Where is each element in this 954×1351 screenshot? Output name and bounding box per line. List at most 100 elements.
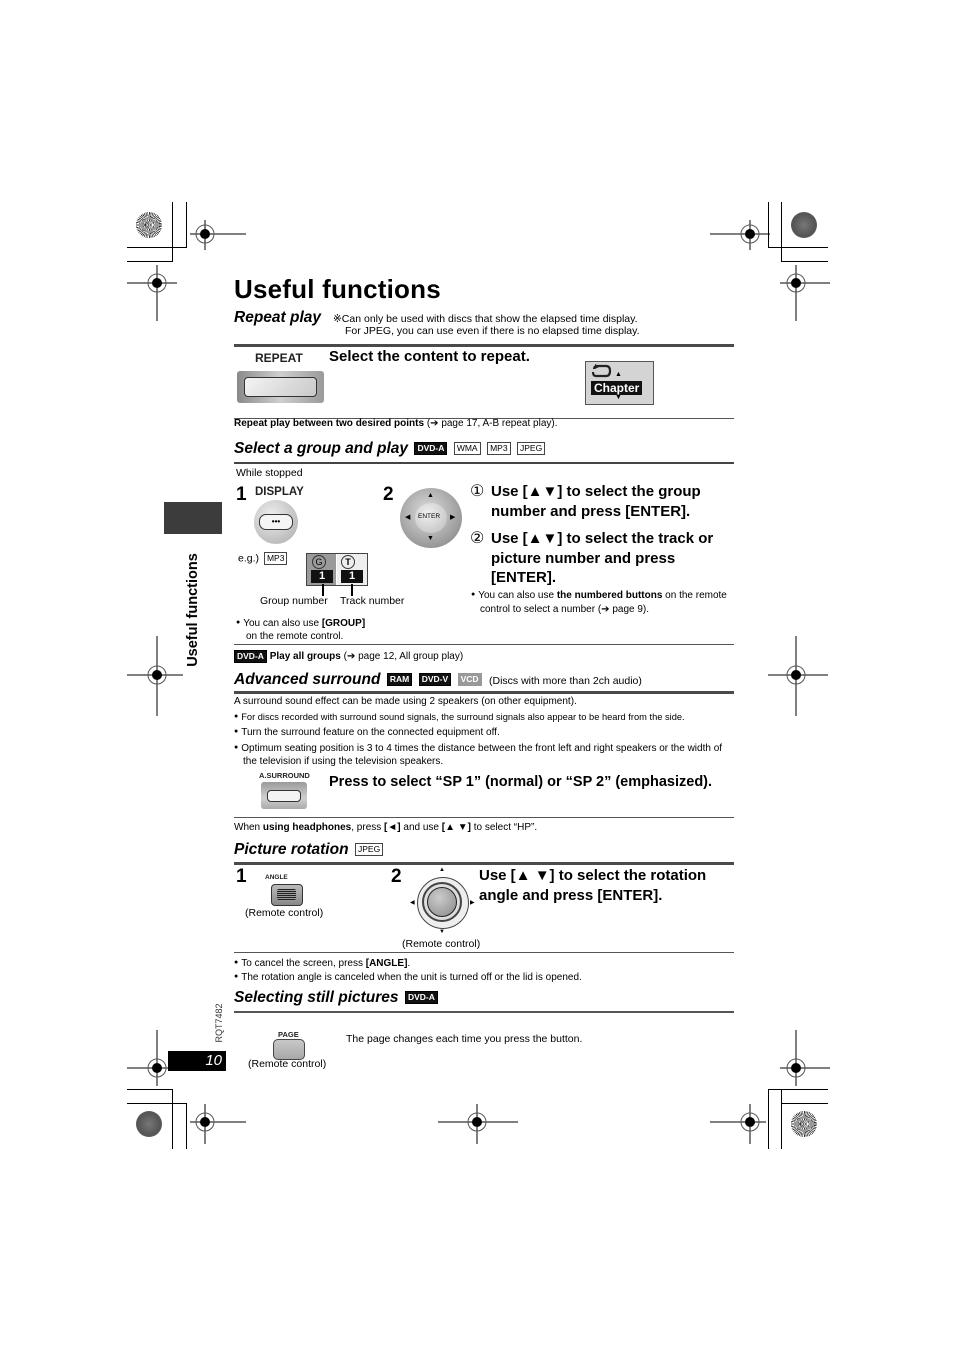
remote-control-caption: (Remote control) <box>248 1058 327 1070</box>
a-surround-instruction: Press to select “SP 1” (normal) or “SP 2… <box>329 774 713 790</box>
registration-mark-icon <box>780 1030 830 1086</box>
arrow-down-icon: ▼ <box>615 394 622 401</box>
step-number: 1 <box>236 484 247 505</box>
step-number: 1 <box>236 866 247 887</box>
registration-mark-icon <box>438 1104 518 1144</box>
tag-wma: WMA <box>453 442 481 456</box>
display-button-label: DISPLAY <box>255 486 304 498</box>
tag-mp3: MP3 <box>263 552 288 565</box>
rotation-notes: To cancel the screen, press [ANGLE]. The… <box>234 956 582 984</box>
registration-mark-icon <box>710 220 770 250</box>
divider <box>234 644 734 645</box>
color-rosette-icon <box>136 1111 162 1137</box>
page-button-label: PAGE <box>278 1030 299 1039</box>
tag-dvd-v: DVD-V <box>418 673 452 687</box>
section-heading-repeat-play: Repeat play <box>234 309 322 326</box>
repeat-icon <box>591 364 612 378</box>
repeat-play-note: ※Can only be used with discs that show t… <box>333 313 640 337</box>
registration-mark-icon <box>780 265 830 321</box>
angle-button[interactable] <box>271 884 303 906</box>
list-item: The rotation angle is canceled when the … <box>234 970 582 984</box>
page-number: 10 <box>168 1051 226 1071</box>
advanced-surround-heading-note: (Discs with more than 2ch audio) <box>489 675 642 687</box>
rotation-instruction: Use [▲ ▼] to select the rotation angle a… <box>479 867 707 904</box>
still-pictures-description: The page changes each time you press the… <box>346 1033 583 1045</box>
divider <box>234 817 734 818</box>
section-heading-group-play-row: Select a group and play DVD-A WMA MP3 JP… <box>234 440 546 458</box>
page-title: Useful functions <box>234 274 441 304</box>
repeat-button[interactable] <box>237 371 324 403</box>
registration-mark-icon <box>710 1104 766 1144</box>
arrow-left-icon: ◀ <box>405 514 411 521</box>
registration-mark-icon <box>190 220 246 250</box>
advanced-surround-intro: A surround sound effect can be made usin… <box>234 696 577 707</box>
tag-dvd-a: DVD-A <box>234 650 267 663</box>
list-item: Optimum seating position is 3 to 4 times… <box>234 741 736 768</box>
tag-jpeg: JPEG <box>355 843 384 857</box>
group-substep-1: ① Use [▲▼] to select the group number an… <box>470 483 701 520</box>
section-heading-picture-rotation: Picture rotation <box>234 841 349 858</box>
tag-dvd-a: DVD-A <box>404 991 438 1005</box>
step-number: 2 <box>391 866 402 887</box>
arrow-left-icon: ◀ <box>410 900 415 906</box>
arrow-up-icon: ▲ <box>439 867 445 873</box>
page-button[interactable] <box>273 1039 305 1060</box>
section-heading-advanced-surround: Advanced surround <box>234 671 381 688</box>
arrow-down-icon: ▼ <box>439 929 445 935</box>
tag-mp3: MP3 <box>487 442 511 456</box>
arrow-right-icon: ▶ <box>450 514 456 521</box>
repeat-button-label: REPEAT <box>255 351 303 365</box>
list-item: For discs recorded with surround sound s… <box>234 710 736 724</box>
section-heading-group-play: Select a group and play <box>234 440 408 457</box>
group-button-note: You can also use [GROUP] on the remote c… <box>236 617 365 643</box>
group-number-caption: Group number <box>260 595 328 607</box>
tag-dvd-a: DVD-A <box>414 442 448 456</box>
track-icon: T <box>341 555 355 569</box>
rotation-joystick[interactable]: ▲ ▼ ◀ ▶ <box>410 867 476 939</box>
play-all-groups-note: DVD-A Play all groups (➔ page 12, All gr… <box>234 650 463 663</box>
example-label: e.g.) MP3 <box>238 552 288 565</box>
track-number-caption: Track number <box>340 595 405 607</box>
enter-label: ENTER <box>418 513 441 520</box>
enter-joystick[interactable]: ENTER ▲ ▼ ◀ ▶ <box>400 488 462 548</box>
arrow-up-icon: ▲ <box>427 492 434 499</box>
repeat-display-panel: ▲ Chapter ▼ <box>585 361 654 405</box>
condition-text: While stopped <box>236 467 303 479</box>
list-item: To cancel the screen, press [ANGLE]. <box>234 956 582 970</box>
numbered-buttons-note: You can also use the numbered buttons on… <box>471 588 733 617</box>
section-rule <box>234 862 734 865</box>
section-heading-picture-rotation-row: Picture rotation JPEG <box>234 841 384 859</box>
divider <box>234 952 734 953</box>
arrow-up-icon: ▲ <box>615 371 622 378</box>
arrow-right-icon: ▶ <box>470 900 475 906</box>
advanced-surround-bullets: For discs recorded with surround sound s… <box>234 710 736 768</box>
display-button[interactable]: ••• <box>254 500 298 544</box>
group-track-display: G 1 T 1 <box>306 553 368 586</box>
a-surround-button[interactable] <box>261 782 307 809</box>
display-button-glyph: ••• <box>259 514 293 530</box>
model-code: RQT7482 <box>214 1003 224 1043</box>
list-item: Turn the surround feature on the connect… <box>234 725 736 739</box>
color-rosette-icon <box>791 1111 817 1137</box>
color-rosette-icon <box>791 212 817 238</box>
arrow-down-icon: ▼ <box>427 535 434 542</box>
remote-control-caption: (Remote control) <box>245 907 324 919</box>
step-number: 2 <box>383 484 394 505</box>
headphones-note: When using headphones, press [◄] and use… <box>234 822 538 833</box>
section-heading-still-pictures: Selecting still pictures <box>234 989 399 1006</box>
section-rule <box>234 462 734 464</box>
ab-repeat-note: Repeat play between two desired points (… <box>234 418 558 429</box>
section-heading-still-pictures-row: Selecting still pictures DVD-A <box>234 989 438 1007</box>
tag-vcd: VCD <box>457 673 482 687</box>
track-number-value: 1 <box>341 570 363 583</box>
remote-control-caption: (Remote control) <box>402 938 481 950</box>
group-substep-2: ② Use [▲▼] to select the track or pictur… <box>470 530 714 586</box>
tag-ram: RAM <box>386 673 413 687</box>
group-display-cell: G 1 <box>307 554 336 585</box>
section-heading-advanced-surround-row: Advanced surround RAM DVD-V VCD (Discs w… <box>234 671 642 689</box>
angle-button-label: ANGLE <box>265 874 288 881</box>
repeat-mode-value: Chapter <box>591 381 643 395</box>
color-rosette-icon <box>136 212 162 238</box>
section-tab-marker <box>164 502 222 534</box>
section-rule <box>234 1011 734 1013</box>
